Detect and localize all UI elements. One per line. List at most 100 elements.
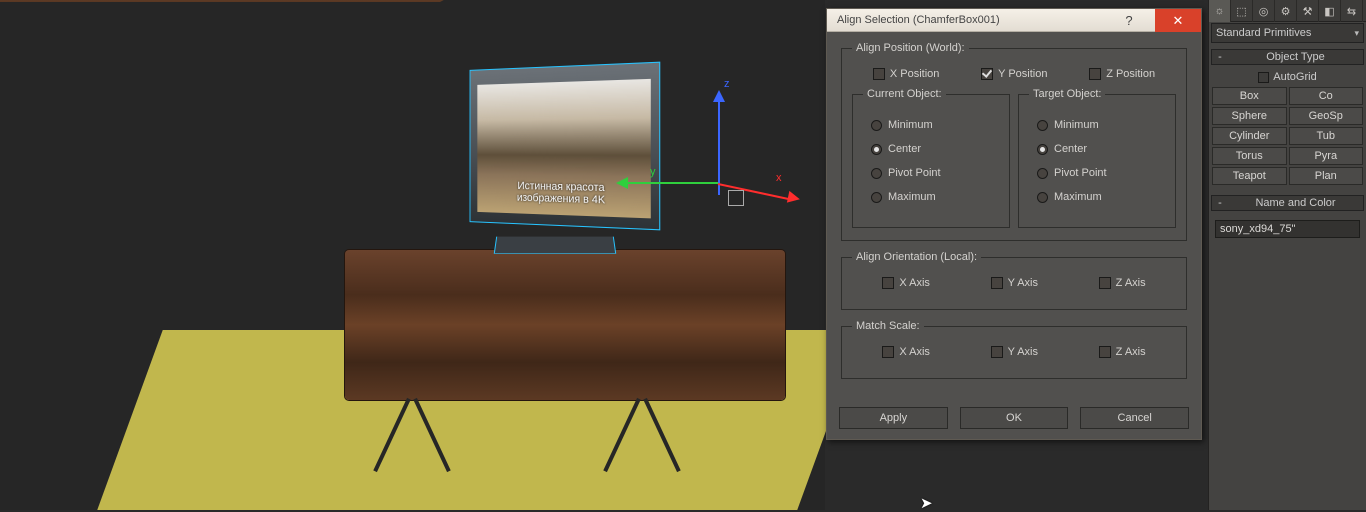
tv-stand-selection[interactable] — [494, 237, 617, 254]
dialog-close-button[interactable]: ✕ — [1155, 9, 1201, 32]
target-maximum-label: Maximum — [1054, 191, 1102, 203]
object-type-rollout-body: AutoGrid Box Co Sphere GeoSp Cylinder Tu… — [1209, 67, 1366, 189]
primitive-type-label: Standard Primitives — [1216, 27, 1311, 39]
name-color-title: Name and Color — [1228, 197, 1363, 209]
geosphere-button[interactable]: GeoSp — [1289, 107, 1364, 125]
autogrid-checkbox[interactable]: AutoGrid — [1258, 71, 1316, 83]
match-scale-group: Match Scale: X Axis Y Axis Z Axis — [841, 320, 1187, 379]
orient-z-checkbox[interactable]: Z Axis — [1099, 277, 1146, 289]
z-position-checkbox[interactable]: Z Position — [1089, 68, 1155, 80]
extra-tab-icon[interactable]: ⇆ — [1341, 0, 1363, 22]
y-position-checkbox[interactable]: Y Position — [981, 68, 1047, 80]
cylinder-button[interactable]: Cylinder — [1212, 127, 1287, 145]
target-maximum-radio[interactable]: Maximum — [1037, 191, 1165, 203]
object-name-input[interactable] — [1215, 220, 1360, 238]
x-position-label: X Position — [890, 68, 940, 80]
object-type-rollout-header[interactable]: - Object Type — [1211, 49, 1364, 65]
gizmo-y-axis[interactable] — [628, 182, 718, 184]
ok-button[interactable]: OK — [960, 407, 1069, 429]
align-orientation-group: Align Orientation (Local): X Axis Y Axis… — [841, 251, 1187, 310]
gizmo-y-arrow[interactable] — [616, 177, 628, 189]
gizmo-z-label: z — [724, 78, 730, 90]
display-tab-icon[interactable]: ⚒ — [1297, 0, 1319, 22]
current-minimum-radio[interactable]: Minimum — [871, 119, 999, 131]
scale-x-checkbox[interactable]: X Axis — [882, 346, 930, 358]
autogrid-label: AutoGrid — [1273, 71, 1316, 83]
current-object-group: Current Object: Minimum Center Pivot Poi… — [852, 88, 1010, 228]
dialog-body: Align Position (World): X Position Y Pos… — [827, 32, 1201, 401]
transform-gizmo[interactable]: z y x — [678, 150, 798, 270]
dialog-button-row: Apply OK Cancel — [827, 401, 1201, 439]
orient-y-label: Y Axis — [1008, 277, 1038, 289]
teapot-button[interactable]: Teapot — [1212, 167, 1287, 185]
target-minimum-label: Minimum — [1054, 119, 1099, 131]
dialog-title-text: Align Selection (ChamferBox001) — [837, 14, 1000, 26]
orient-x-checkbox[interactable]: X Axis — [882, 277, 930, 289]
collapse-icon: - — [1212, 51, 1228, 63]
scale-z-label: Z Axis — [1116, 346, 1146, 358]
cabinet-top-face — [0, 0, 485, 2]
collapse-icon: - — [1212, 197, 1228, 209]
dialog-titlebar[interactable]: Align Selection (ChamferBox001) ? ✕ — [827, 9, 1201, 32]
target-pivot-label: Pivot Point — [1054, 167, 1107, 179]
align-position-group: Align Position (World): X Position Y Pos… — [841, 42, 1187, 241]
current-object-legend: Current Object: — [863, 88, 946, 100]
scale-y-label: Y Axis — [1008, 346, 1038, 358]
gizmo-xy-plane[interactable] — [728, 190, 744, 206]
current-minimum-label: Minimum — [888, 119, 933, 131]
scale-y-checkbox[interactable]: Y Axis — [991, 346, 1038, 358]
pyramid-button[interactable]: Pyra — [1289, 147, 1364, 165]
command-panel: ☼ ⬚ ◎ ⚙ ⚒ ◧ ⇆ Standard Primitives - Obje… — [1208, 0, 1366, 510]
match-scale-legend: Match Scale: — [852, 320, 924, 332]
box-button[interactable]: Box — [1212, 87, 1287, 105]
gizmo-y-label: y — [650, 166, 656, 178]
orient-y-checkbox[interactable]: Y Axis — [991, 277, 1038, 289]
object-type-title: Object Type — [1228, 51, 1363, 63]
mouse-cursor-icon: ➤ — [920, 494, 933, 512]
tube-button[interactable]: Tub — [1289, 127, 1364, 145]
y-position-label: Y Position — [998, 68, 1047, 80]
dialog-help-button[interactable]: ? — [1109, 9, 1149, 32]
primitive-type-dropdown[interactable]: Standard Primitives — [1211, 23, 1364, 43]
sphere-button[interactable]: Sphere — [1212, 107, 1287, 125]
gizmo-z-axis[interactable] — [718, 100, 720, 195]
current-pivot-label: Pivot Point — [888, 167, 941, 179]
plane-button[interactable]: Plan — [1289, 167, 1364, 185]
target-object-legend: Target Object: — [1029, 88, 1105, 100]
cancel-button[interactable]: Cancel — [1080, 407, 1189, 429]
current-maximum-label: Maximum — [888, 191, 936, 203]
name-color-rollout-header[interactable]: - Name and Color — [1211, 195, 1364, 211]
target-minimum-radio[interactable]: Minimum — [1037, 119, 1165, 131]
target-pivot-radio[interactable]: Pivot Point — [1037, 167, 1165, 179]
apply-button[interactable]: Apply — [839, 407, 948, 429]
orient-z-label: Z Axis — [1116, 277, 1146, 289]
target-object-group: Target Object: Minimum Center Pivot Poin… — [1018, 88, 1176, 228]
primitive-buttons-grid: Box Co Sphere GeoSp Cylinder Tub Torus P… — [1212, 87, 1363, 185]
gizmo-x-arrow[interactable] — [787, 191, 801, 205]
viewport-3d[interactable]: Истинная красота изображения в 4K z y x — [0, 0, 825, 510]
modify-tab-icon[interactable]: ⬚ — [1231, 0, 1253, 22]
align-position-legend: Align Position (World): — [852, 42, 969, 54]
cone-button[interactable]: Co — [1289, 87, 1364, 105]
current-pivot-radio[interactable]: Pivot Point — [871, 167, 999, 179]
align-orientation-legend: Align Orientation (Local): — [852, 251, 981, 263]
scale-z-checkbox[interactable]: Z Axis — [1099, 346, 1146, 358]
current-center-radio[interactable]: Center — [871, 143, 999, 155]
target-center-label: Center — [1054, 143, 1087, 155]
target-center-radio[interactable]: Center — [1037, 143, 1165, 155]
selected-tv-object[interactable]: Истинная красота изображения в 4K — [470, 62, 661, 231]
gizmo-z-arrow[interactable] — [713, 90, 725, 102]
tv-screen-texture: Истинная красота изображения в 4K — [477, 79, 650, 219]
motion-tab-icon[interactable]: ⚙ — [1275, 0, 1297, 22]
x-position-checkbox[interactable]: X Position — [873, 68, 940, 80]
current-maximum-radio[interactable]: Maximum — [871, 191, 999, 203]
create-tab-icon[interactable]: ☼ — [1209, 0, 1231, 22]
scale-x-label: X Axis — [899, 346, 930, 358]
utilities-tab-icon[interactable]: ◧ — [1319, 0, 1341, 22]
orient-x-label: X Axis — [899, 277, 930, 289]
name-color-rollout-body — [1209, 213, 1366, 245]
hierarchy-tab-icon[interactable]: ◎ — [1253, 0, 1275, 22]
cabinet-object[interactable] — [345, 250, 785, 400]
command-panel-tabs: ☼ ⬚ ◎ ⚙ ⚒ ◧ ⇆ — [1209, 0, 1366, 22]
torus-button[interactable]: Torus — [1212, 147, 1287, 165]
